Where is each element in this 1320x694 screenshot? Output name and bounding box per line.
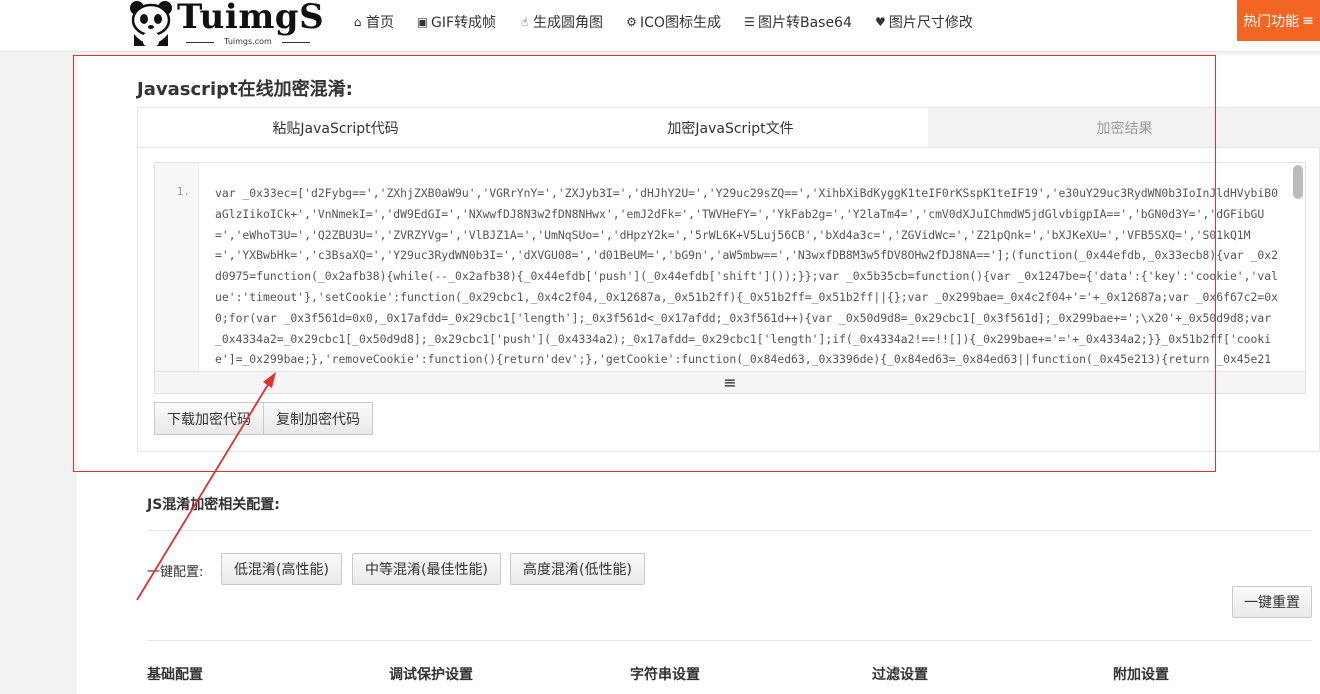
thumbs-up-icon: ☝ [520,14,529,29]
tab-bar: 粘贴JavaScript代码 加密JavaScript文件 加密结果 [138,108,1320,148]
nav-label: 图片转Base64 [757,15,852,31]
result-actions: 下载加密代码 复制加密代码 [154,402,373,435]
preset-low-button[interactable]: 低混淆(高性能) [221,553,342,585]
page-title: Javascript在线加密混淆: [137,79,353,100]
reset-config-button[interactable]: 一键重置 [1232,586,1312,618]
nav-rounded-image[interactable]: ☝ 生成圆角图 [518,12,603,32]
config-section-title: JS混淆加密相关配置: [147,497,280,513]
tab-paste-code[interactable]: 粘贴JavaScript代码 [138,108,533,148]
menu-icon: ≡ [1302,12,1314,29]
brand-name: TuimgS [177,0,325,37]
top-navbar: TuimgS Tuimgs.com ⌂ 首页 ▣ GIF转成帧 ☝ 生成圆角图 … [0,0,1320,52]
hot-features-button[interactable]: 热门功能 ≡ [1237,0,1320,41]
line-number: 1. [176,185,190,198]
site-logo[interactable]: TuimgS Tuimgs.com [128,0,324,50]
database-icon: ☰ [744,14,755,29]
copy-code-button[interactable]: 复制加密代码 [264,402,373,435]
nav-image-resize[interactable]: ♥ 图片尺寸修改 [874,12,973,32]
image-icon: ▣ [416,14,429,29]
nav-home[interactable]: ⌂ 首页 [351,12,394,32]
section-extra-settings: 附加设置 [1113,667,1169,683]
download-code-button[interactable]: 下载加密代码 [154,402,264,435]
nav-ico-generator[interactable]: ⚙ ICO图标生成 [625,12,721,32]
divider [147,640,1312,641]
nav-label: 生成圆角图 [533,15,604,31]
encrypted-code-text[interactable]: var _0x33ec=['d2Fybg==','ZXhjZXB0aW9u','… [215,183,1281,375]
nav-label: 首页 [366,15,394,31]
line-gutter: 1. [155,163,199,375]
tab-encrypt-result[interactable]: 加密结果 [928,108,1320,148]
preset-high-button[interactable]: 高度混淆(低性能) [510,553,645,585]
nav-image-base64[interactable]: ☰ 图片转Base64 [743,12,852,32]
nav-label: GIF转成帧 [431,15,497,31]
home-icon: ⌂ [353,14,362,29]
tab-encrypt-file[interactable]: 加密JavaScript文件 [533,108,928,148]
preset-label: 一键配置: [147,565,204,580]
section-basic-config: 基础配置 [147,667,203,683]
editor-resize-handle[interactable]: ≡ [154,371,1306,394]
hot-features-label: 热门功能 [1243,13,1300,30]
section-string-settings: 字符串设置 [630,667,700,683]
main-nav: ⌂ 首页 ▣ GIF转成帧 ☝ 生成圆角图 ⚙ ICO图标生成 ☰ 图片转Bas… [351,12,973,32]
drag-handle-icon: ≡ [723,373,737,392]
cogs-icon: ⚙ [626,14,637,29]
nav-label: ICO图标生成 [640,15,721,31]
code-editor[interactable]: 1. var _0x33ec=['d2Fybg==','ZXhjZXB0aW9u… [154,162,1306,376]
divider [147,530,1312,531]
section-filter-settings: 过滤设置 [872,667,928,683]
nav-gif-frames[interactable]: ▣ GIF转成帧 [416,12,496,32]
brand-domain: Tuimgs.com [186,37,310,46]
section-debug-protection: 调试保护设置 [389,667,473,683]
encrypt-tabs-panel: 粘贴JavaScript代码 加密JavaScript文件 加密结果 1. va… [137,107,1320,452]
heart-icon: ♥ [874,14,886,29]
preset-medium-button[interactable]: 中等混淆(最佳性能) [352,553,501,585]
editor-scrollbar[interactable] [1293,165,1303,199]
panda-logo-icon [130,1,172,46]
nav-label: 图片尺寸修改 [888,15,973,31]
